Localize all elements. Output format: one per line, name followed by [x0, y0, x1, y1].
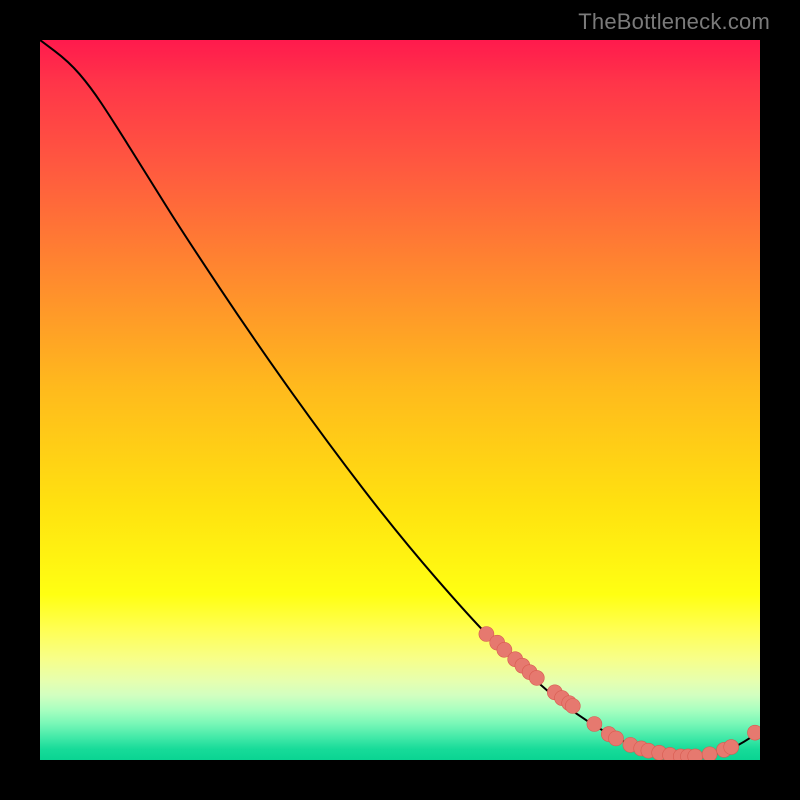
data-point: [747, 725, 760, 740]
scatter-points: [479, 627, 760, 761]
data-point: [587, 717, 602, 732]
watermark-text: TheBottleneck.com: [578, 9, 770, 35]
data-point: [609, 731, 624, 746]
data-point: [529, 670, 544, 685]
bottleneck-curve: [40, 40, 760, 757]
data-point: [702, 747, 717, 760]
chart-stage: TheBottleneck.com: [0, 0, 800, 800]
plot-frame: [40, 40, 760, 760]
data-point: [724, 740, 739, 755]
data-point: [565, 699, 580, 714]
plot-svg: [40, 40, 760, 760]
